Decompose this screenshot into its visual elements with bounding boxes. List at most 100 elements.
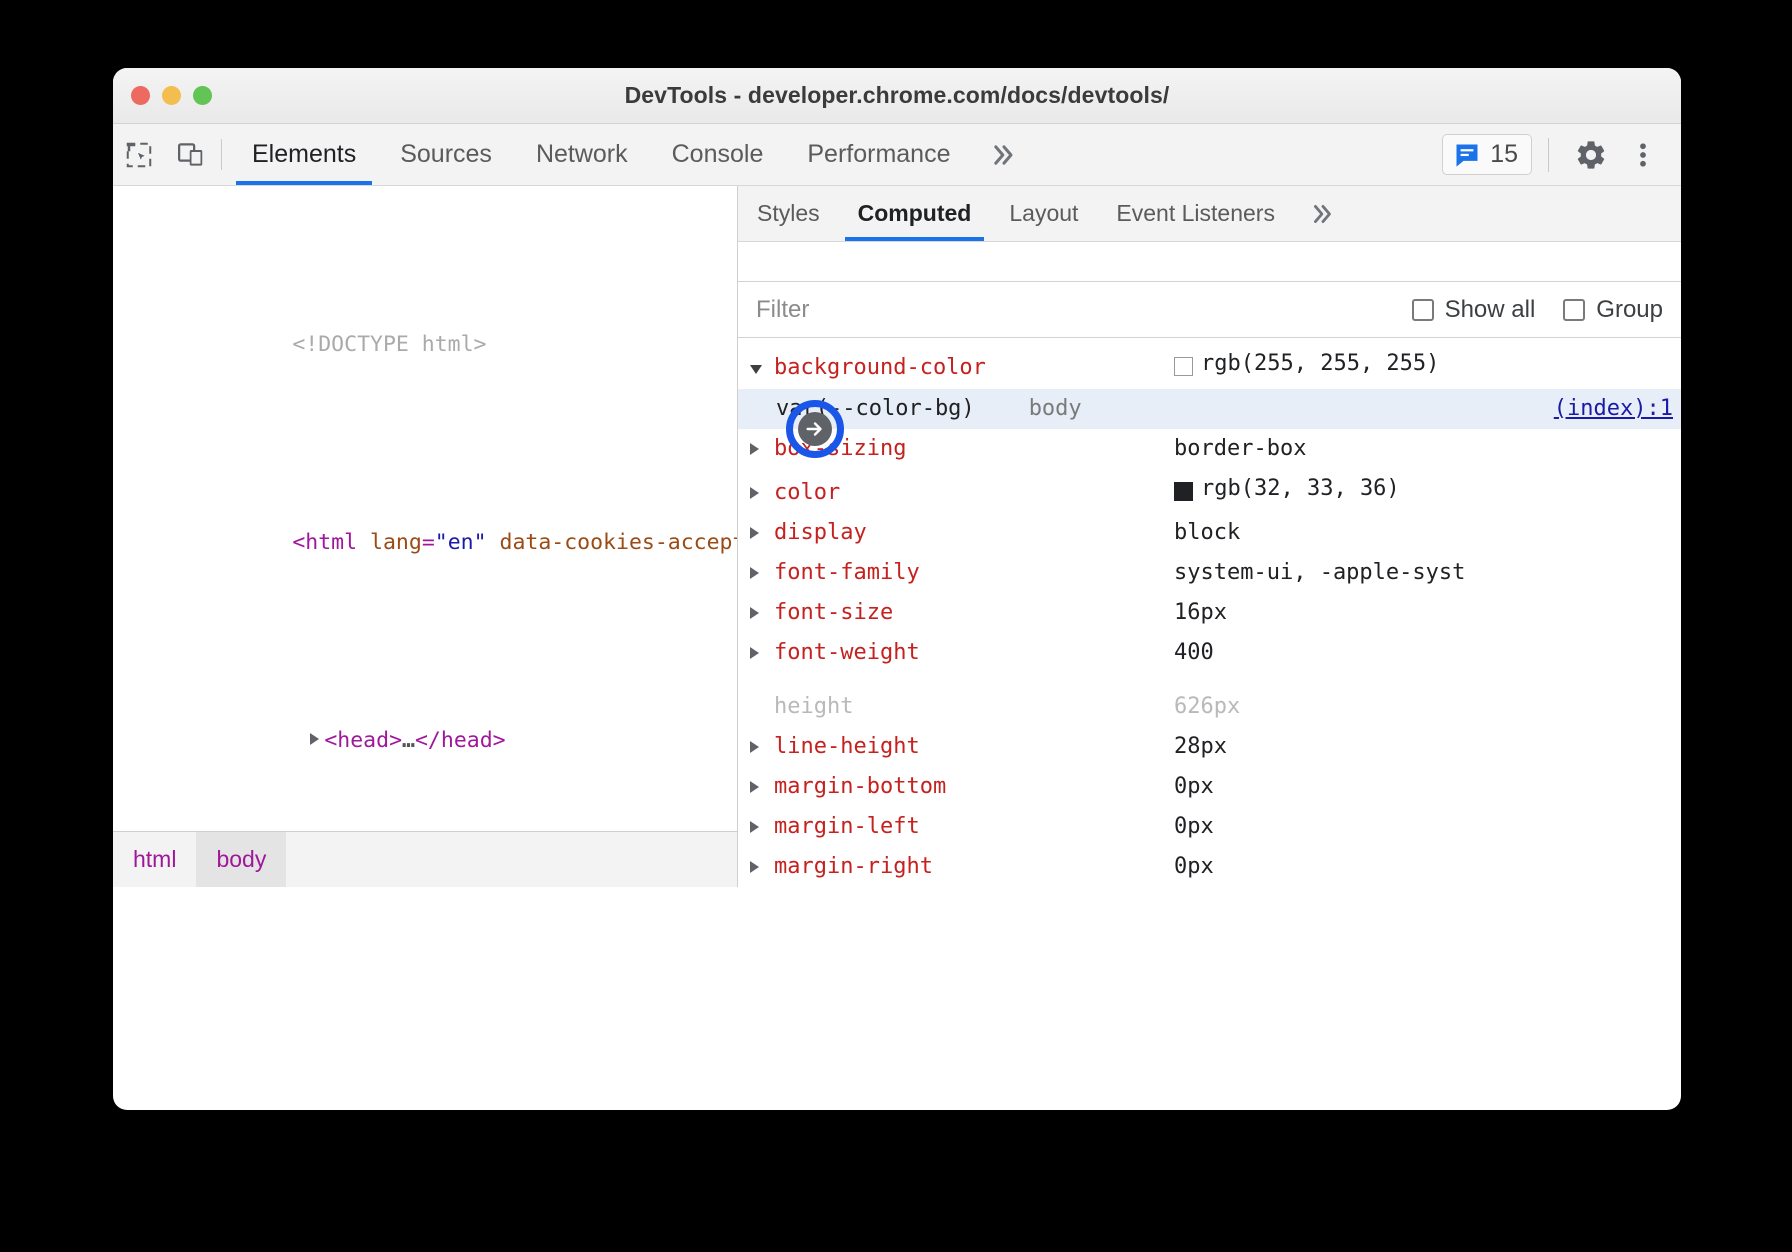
property-row-color[interactable]: color rgb(32, 33, 36) [738,469,1681,513]
breadcrumb-item-body[interactable]: body [196,832,286,887]
property-row-margin-top[interactable]: margin-top 0px [738,887,1681,888]
property-value: 0px [1174,847,1214,887]
devtools-toolbar: Elements Sources Network Console Perform… [113,124,1681,186]
collapse-background-color-icon[interactable] [750,349,774,389]
dom-line-doctype[interactable]: <!DOCTYPE html> [113,295,737,394]
property-value: rgb(255, 255, 255) [1174,344,1439,384]
dom-tree-pane: <!DOCTYPE html> <html lang="en" data-coo… [113,186,738,887]
device-toolbar-icon[interactable] [165,124,217,185]
property-value: rgb(32, 33, 36) [1174,469,1400,509]
chevron-double-right-icon[interactable] [972,124,1036,185]
property-row-font-weight[interactable]: font-weight 400 [738,633,1681,673]
property-trace-row-background-color[interactable]: var(--color-bg) body (index):1 [738,389,1681,429]
maximize-window-button[interactable] [193,86,212,105]
expand-display-icon[interactable] [750,513,774,553]
property-value: 16px [1174,593,1227,633]
gear-icon[interactable] [1565,129,1617,181]
filter-row: Show all Group [738,282,1681,338]
issues-count: 15 [1490,140,1518,169]
property-value-text: rgb(32, 33, 36) [1201,469,1400,509]
show-all-label: Show all [1445,296,1536,324]
show-all-checkbox-group[interactable]: Show all [1412,296,1536,324]
color-swatch[interactable] [1174,357,1193,376]
color-swatch[interactable] [1174,482,1193,501]
property-row-font-size[interactable]: font-size 16px [738,593,1681,633]
property-name: box-sizing [774,429,1174,469]
property-name: margin-right [774,847,1174,887]
toolbar-divider-2 [1548,138,1549,172]
tab-event-listeners[interactable]: Event Listeners [1097,186,1294,241]
issues-badge[interactable]: 15 [1442,134,1532,175]
property-row-height[interactable]: height 626px [738,673,1681,727]
expand-font-size-icon[interactable] [750,593,774,633]
property-value: border-box [1174,429,1306,469]
trace-source-link[interactable]: (index):1 [1554,389,1673,429]
property-value: 0px [1174,767,1214,807]
dom-line-head[interactable]: <head>…</head> [113,691,737,790]
computed-properties-list: background-color rgb(255, 255, 255) var(… [738,338,1681,887]
group-checkbox[interactable] [1563,299,1585,321]
tab-network[interactable]: Network [514,124,650,185]
expand-font-family-icon[interactable] [750,553,774,593]
height-no-toggle [750,673,774,713]
tab-performance[interactable]: Performance [785,124,972,185]
property-row-font-family[interactable]: font-family system-ui, -apple-syst [738,553,1681,593]
property-row-margin-bottom[interactable]: margin-bottom 0px [738,767,1681,807]
property-name: color [774,473,1174,513]
head-children-ellipsis[interactable]: … [402,728,415,753]
property-row-background-color[interactable]: background-color rgb(255, 255, 255) [738,344,1681,389]
tab-console[interactable]: Console [650,124,786,185]
tab-sources[interactable]: Sources [378,124,514,185]
group-checkbox-group[interactable]: Group [1563,296,1663,324]
styles-pane: Styles Computed Layout Event Listeners [738,186,1681,887]
dom-line-html[interactable]: <html lang="en" data-cookies-accepted> [113,493,737,592]
tab-elements[interactable]: Elements [230,124,378,185]
three-dot-menu-icon[interactable] [1617,129,1669,181]
issues-message-icon [1453,141,1481,169]
tab-layout[interactable]: Layout [990,186,1097,241]
inspect-element-icon[interactable] [113,124,165,185]
property-name: margin-bottom [774,767,1174,807]
expand-margin-top-icon[interactable] [750,887,774,888]
property-name: display [774,513,1174,553]
property-value: block [1174,513,1240,553]
window-titlebar: DevTools - developer.chrome.com/docs/dev… [113,68,1681,124]
property-name: font-size [774,593,1174,633]
panel-tabs: Elements Sources Network Console Perform… [230,124,1036,185]
property-name: margin-left [774,807,1174,847]
tab-styles[interactable]: Styles [738,186,839,241]
expand-margin-bottom-icon[interactable] [750,767,774,807]
trace-selector: body [1029,389,1082,429]
show-all-checkbox[interactable] [1412,299,1434,321]
expand-font-weight-icon[interactable] [750,633,774,673]
property-row-box-sizing[interactable]: box-sizing border-box [738,429,1681,469]
chevron-double-right-icon-styles[interactable] [1294,186,1352,241]
breadcrumb-item-html[interactable]: html [113,832,196,887]
expand-box-sizing-icon[interactable] [750,429,774,469]
filter-input[interactable] [756,296,1384,324]
attr-lang-value: "en" [435,530,487,555]
close-window-button[interactable] [131,86,150,105]
property-value: 626px [1174,687,1240,727]
tab-computed[interactable]: Computed [839,186,991,241]
property-value: 0px [1174,807,1214,847]
property-value: 28px [1174,727,1227,767]
group-label: Group [1596,296,1663,324]
property-name: background-color [774,348,1174,388]
property-row-line-height[interactable]: line-height 28px [738,727,1681,767]
expand-color-icon[interactable] [750,473,774,513]
expand-line-height-icon[interactable] [750,727,774,767]
styles-toolbar-strip [738,242,1681,282]
expand-head-icon[interactable] [310,733,319,745]
property-name: font-family [774,553,1174,593]
property-row-margin-left[interactable]: margin-left 0px [738,807,1681,847]
expand-margin-right-icon[interactable] [750,847,774,887]
property-value: system-ui, -apple-syst [1174,553,1465,593]
property-row-margin-right[interactable]: margin-right 0px [738,847,1681,887]
devtools-window: DevTools - developer.chrome.com/docs/dev… [113,68,1681,1110]
screenshot-stage: DevTools - developer.chrome.com/docs/dev… [0,0,1792,1252]
property-row-display[interactable]: display block [738,513,1681,553]
property-value: 400 [1174,633,1214,673]
minimize-window-button[interactable] [162,86,181,105]
expand-margin-left-icon[interactable] [750,807,774,847]
